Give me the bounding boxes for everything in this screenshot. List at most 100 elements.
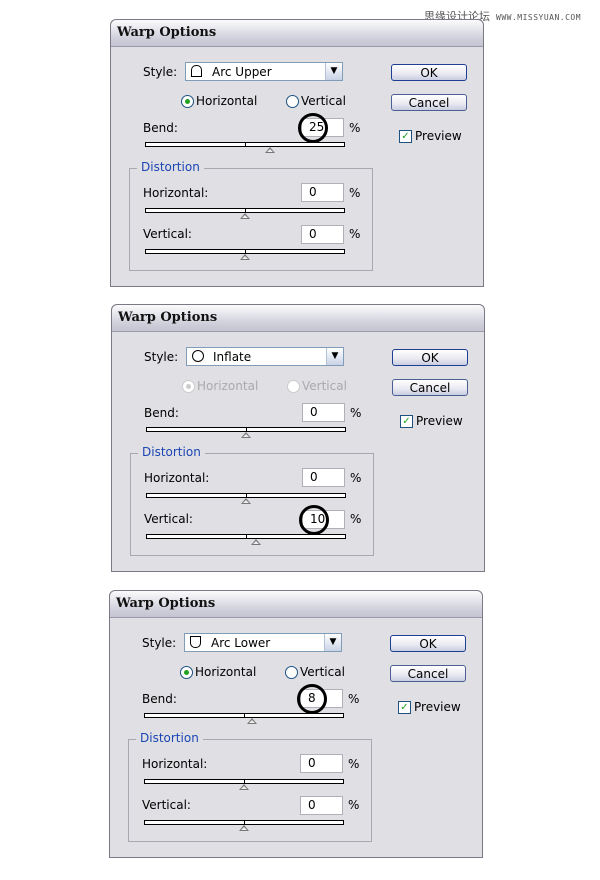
warp-options-dialog: Warp Options Style: Arc Lower ▼ OK Cancel… (109, 590, 483, 858)
checkmark-icon: ✓ (398, 700, 411, 714)
style-select[interactable]: Arc Upper ▼ (185, 62, 343, 81)
style-value: Inflate (213, 350, 252, 364)
distortion-horizontal-slider[interactable] (145, 208, 345, 219)
distortion-horizontal-input[interactable]: 0 (301, 183, 344, 202)
radio-vertical[interactable]: Vertical (286, 94, 346, 108)
slider-thumb[interactable] (241, 432, 251, 438)
distortion-vertical-label: Vertical: (144, 512, 193, 526)
watermark-url: WWW.MISSYUAN.COM (496, 13, 582, 22)
distortion-vertical-input[interactable]: 0 (300, 796, 343, 815)
bend-slider[interactable] (146, 427, 346, 438)
distortion-horizontal-slider[interactable] (144, 779, 344, 790)
chevron-down-icon[interactable]: ▼ (326, 348, 343, 365)
slider-thumb[interactable] (240, 254, 250, 260)
preview-label: Preview (415, 129, 462, 143)
percent-label: % (349, 227, 361, 241)
preview-label: Preview (414, 700, 461, 714)
style-label: Style: (144, 350, 179, 364)
title-bar: Warp Options (110, 591, 482, 618)
percent-label: % (350, 471, 362, 485)
bend-label: Bend: (142, 692, 177, 706)
radio-horizontal[interactable]: Horizontal (181, 94, 257, 108)
inflate-icon (192, 350, 204, 362)
distortion-horizontal-label: Horizontal: (142, 757, 208, 771)
ok-button[interactable]: OK (390, 635, 466, 652)
radio-label: Vertical (300, 665, 345, 679)
radio-circle (180, 665, 193, 679)
distortion-legend: Distortion (137, 160, 204, 174)
distortion-horizontal-label: Horizontal: (144, 471, 210, 485)
style-value: Arc Lower (211, 636, 271, 650)
chevron-down-icon[interactable]: ▼ (325, 63, 342, 80)
distortion-vertical-label: Vertical: (142, 798, 191, 812)
distortion-vertical-label: Vertical: (143, 227, 192, 241)
radio-circle (285, 665, 298, 679)
arc-upper-icon (191, 65, 202, 77)
title-bar: Warp Options (112, 305, 484, 332)
radio-horizontal[interactable]: Horizontal (182, 379, 258, 393)
bend-label: Bend: (144, 406, 179, 420)
preview-checkbox[interactable]: ✓ Preview (398, 700, 461, 714)
radio-label: Horizontal (195, 665, 257, 679)
ok-button[interactable]: OK (392, 349, 468, 366)
warp-options-dialog: Warp Options Style: Inflate ▼ OK Cancel H… (111, 304, 485, 572)
slider-thumb[interactable] (240, 213, 250, 219)
radio-label: Horizontal (197, 379, 259, 393)
slider-thumb[interactable] (241, 498, 251, 504)
percent-label: % (348, 692, 360, 706)
style-select[interactable]: Arc Lower ▼ (184, 633, 342, 652)
radio-circle (286, 94, 299, 108)
slider-center-tick (245, 142, 246, 147)
chevron-down-icon[interactable]: ▼ (324, 634, 341, 651)
highlight-circle (299, 505, 329, 535)
preview-checkbox[interactable]: ✓ Preview (399, 129, 462, 143)
slider-thumb[interactable] (251, 539, 261, 545)
radio-horizontal[interactable]: Horizontal (180, 665, 256, 679)
percent-label: % (350, 406, 362, 420)
radio-label: Vertical (301, 94, 346, 108)
distortion-vertical-slider[interactable] (145, 249, 345, 260)
distortion-vertical-slider[interactable] (144, 820, 344, 831)
radio-circle (181, 94, 194, 108)
slider-center-tick (246, 534, 247, 539)
distortion-horizontal-label: Horizontal: (143, 186, 209, 200)
checkmark-icon: ✓ (400, 414, 413, 428)
arc-lower-icon (190, 636, 201, 648)
radio-vertical[interactable]: Vertical (285, 665, 345, 679)
radio-label: Horizontal (196, 94, 258, 108)
slider-thumb[interactable] (239, 825, 249, 831)
slider-thumb[interactable] (239, 784, 249, 790)
bend-label: Bend: (143, 121, 178, 135)
ok-button[interactable]: OK (391, 64, 467, 81)
preview-checkbox[interactable]: ✓ Preview (400, 414, 463, 428)
title-bar: Warp Options (111, 20, 483, 47)
distortion-legend: Distortion (138, 445, 205, 459)
cancel-button[interactable]: Cancel (392, 379, 468, 396)
percent-label: % (349, 186, 361, 200)
cancel-button[interactable]: Cancel (390, 665, 466, 682)
distortion-horizontal-input[interactable]: 0 (302, 468, 345, 487)
slider-center-tick (244, 713, 245, 718)
style-value: Arc Upper (212, 65, 272, 79)
highlight-circle (298, 113, 328, 143)
radio-vertical[interactable]: Vertical (287, 379, 347, 393)
radio-circle (287, 379, 300, 393)
distortion-vertical-input[interactable]: 0 (301, 225, 344, 244)
style-label: Style: (143, 65, 178, 79)
slider-thumb[interactable] (265, 147, 275, 153)
radio-circle (182, 379, 195, 393)
style-select[interactable]: Inflate ▼ (186, 347, 344, 366)
percent-label: % (349, 121, 361, 135)
radio-label: Vertical (302, 379, 347, 393)
checkmark-icon: ✓ (399, 129, 412, 143)
bend-input[interactable]: 0 (302, 403, 345, 422)
warp-options-dialog: Warp Options Style: Arc Upper ▼ OK Cancel… (110, 19, 484, 287)
preview-label: Preview (416, 414, 463, 428)
slider-thumb[interactable] (247, 718, 257, 724)
distortion-horizontal-slider[interactable] (146, 493, 346, 504)
cancel-button[interactable]: Cancel (391, 94, 467, 111)
highlight-circle (297, 684, 327, 714)
percent-label: % (348, 757, 360, 771)
percent-label: % (350, 512, 362, 526)
distortion-horizontal-input[interactable]: 0 (300, 754, 343, 773)
